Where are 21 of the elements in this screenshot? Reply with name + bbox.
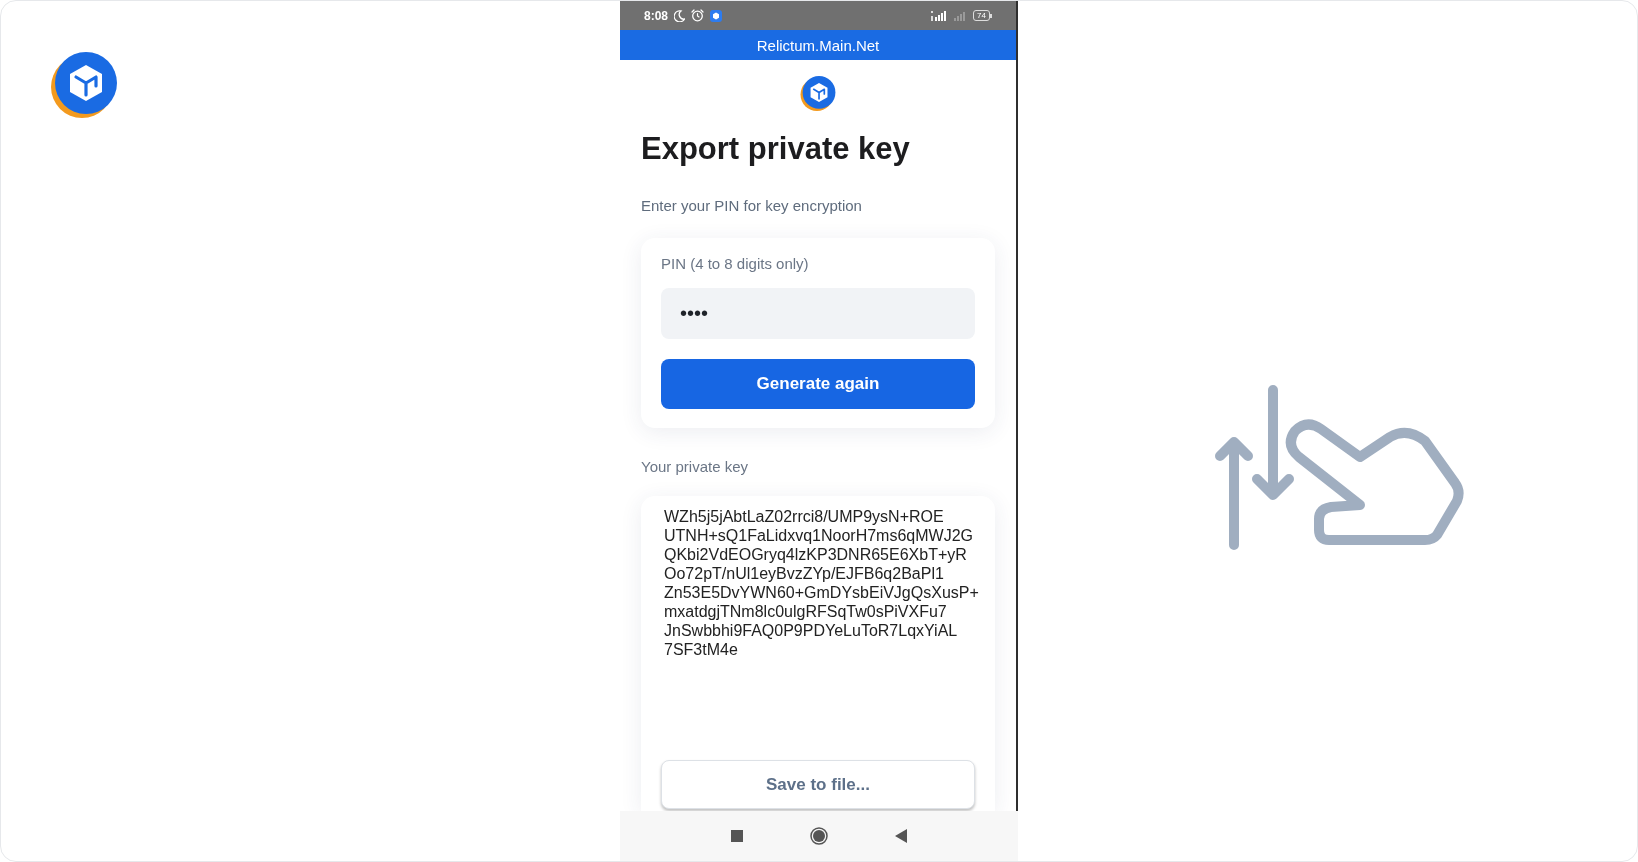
weak-signal-icon — [953, 10, 968, 21]
app-notification-icon — [710, 9, 723, 22]
signal-icon — [931, 10, 948, 21]
private-key-label: Your private key — [641, 457, 748, 477]
alarm-clock-icon — [691, 9, 705, 22]
moon-icon — [674, 9, 686, 22]
network-title: Relictum.Main.Net — [756, 37, 880, 53]
cube-logo-icon — [799, 75, 837, 112]
private-key-text: WZh5j5jAbtLaZ02rrci8/UMP9ysN+ROE UTNH+sQ1FaLidxvq1NoorH7ms6qMWJ2G QKbi2VdEOGryq4lzKP3DNR65E6XbT+yR Oo72pT/nUl1eyBvzZYp/EJFB6q2BaPl1 Zn53E5DvYWN60+GmDYsbEiVJgQsXusP+ mxatdgjTNm8lc0ulgRFSqTw0sPiVXFu7 JnSwbbhi9FAQ0P9PDYeLuToR7LqxYiAL 7SF3tM4e — [664, 507, 979, 659]
swipe-gesture-icon — [1215, 385, 1467, 550]
generate-again-button[interactable]: Generate again — [661, 359, 975, 409]
battery-indicator: 74 — [973, 10, 992, 21]
cube-logo-icon — [50, 50, 120, 120]
save-to-file-button[interactable]: Save to file... — [661, 760, 975, 809]
page-title: Export private key — [641, 130, 910, 168]
clock-time: 8:08 — [644, 9, 669, 22]
pin-field[interactable]: •••• — [661, 288, 975, 339]
subtitle-text: Enter your PIN for key encryption — [641, 196, 862, 216]
home-icon[interactable] — [810, 827, 828, 845]
back-icon[interactable] — [895, 829, 907, 843]
pin-label: PIN (4 to 8 digits only) — [661, 255, 809, 273]
